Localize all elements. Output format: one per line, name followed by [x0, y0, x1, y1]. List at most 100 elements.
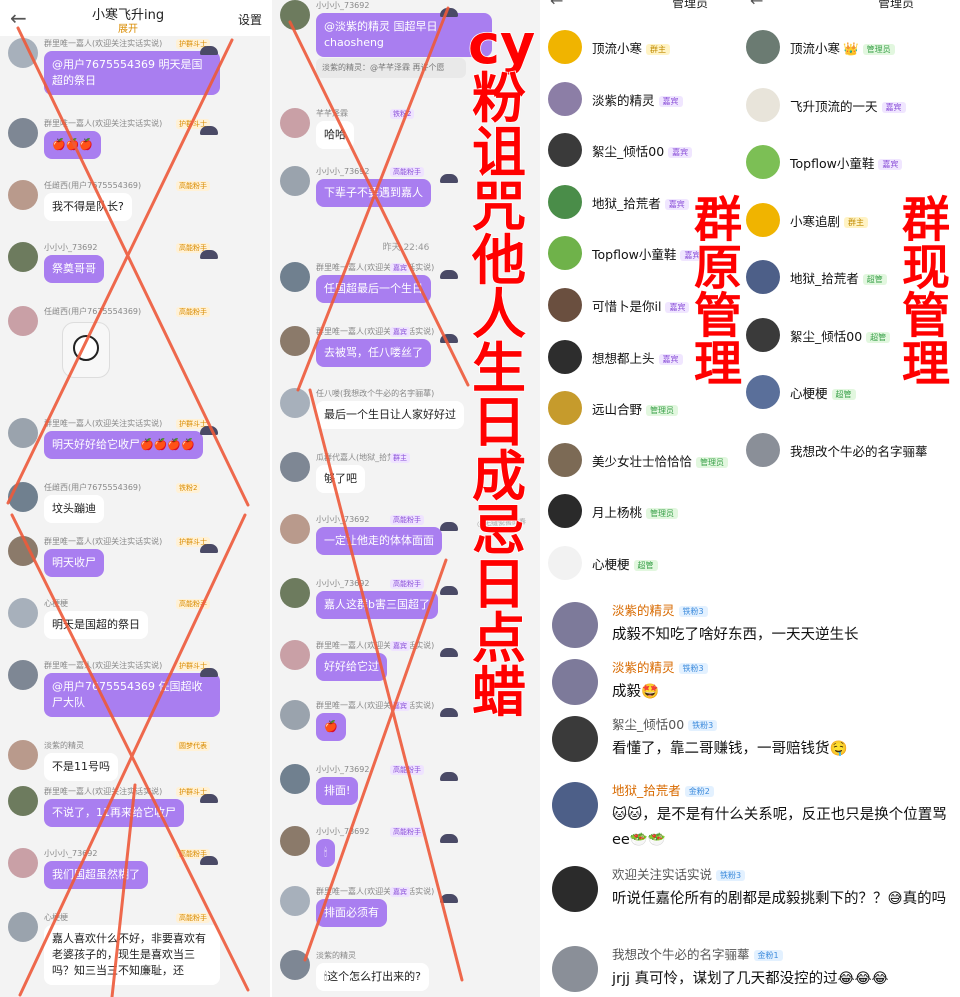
- avatar[interactable]: [8, 118, 38, 148]
- admin-row[interactable]: 我想改个牛必的名字骊蕐: [738, 429, 938, 473]
- message-bubble[interactable]: 嘉人这群b害三国超了: [316, 591, 438, 619]
- avatar[interactable]: [548, 30, 582, 64]
- message-bubble[interactable]: @用户7675554369 明天是国超的祭日: [44, 51, 220, 95]
- avatar[interactable]: [8, 536, 38, 566]
- admin-row[interactable]: 远山合野 管理员: [540, 387, 740, 431]
- message-bubble[interactable]: @淡紫的精灵 国超早日chaosheng: [316, 13, 492, 57]
- message-bubble[interactable]: 祭奠哥哥: [44, 255, 104, 283]
- message-bubble[interactable]: 一定让他走的体体面面: [316, 527, 442, 555]
- sender-name: 淡紫的精灵: [316, 951, 356, 960]
- avatar[interactable]: [746, 375, 780, 409]
- message-bubble[interactable]: 我不得是队长?: [44, 193, 132, 221]
- message-bubble[interactable]: 下辈子不要遇到嘉人: [316, 179, 431, 207]
- avatar[interactable]: [552, 602, 598, 648]
- message-bubble[interactable]: 🍎🍎🍎: [44, 131, 102, 159]
- avatar[interactable]: [746, 260, 780, 294]
- message-bubble[interactable]: 不说了，11再来给它收尸: [44, 799, 184, 827]
- avatar[interactable]: [8, 418, 38, 448]
- admin-row[interactable]: 月上杨桃 管理员: [540, 490, 740, 534]
- avatar[interactable]: [280, 578, 310, 608]
- avatar[interactable]: [8, 848, 38, 878]
- avatar[interactable]: [552, 866, 598, 912]
- admin-row[interactable]: 飞升顶流的一天 嘉宾: [738, 84, 938, 128]
- avatar[interactable]: [280, 886, 310, 916]
- avatar[interactable]: [548, 442, 582, 477]
- message-bubble[interactable]: 不是11号吗: [44, 753, 118, 781]
- message-bubble[interactable]: 坟头蹦迪: [44, 495, 104, 523]
- avatar[interactable]: [280, 764, 310, 794]
- message-bubble[interactable]: @用户7675554369 任国超收尸大队: [44, 673, 220, 717]
- avatar[interactable]: [552, 716, 598, 762]
- admin-row[interactable]: 顶流小寒 群主: [540, 26, 740, 70]
- message-bubble[interactable]: 排面!: [316, 777, 359, 805]
- message-bubble[interactable]: 明天收尸: [44, 549, 104, 577]
- avatar[interactable]: [280, 826, 310, 856]
- avatar[interactable]: [548, 546, 582, 580]
- avatar[interactable]: [8, 242, 38, 272]
- avatar[interactable]: [280, 262, 310, 292]
- message-bubble[interactable]: 🕯这个怎么打出来的?: [316, 963, 429, 991]
- avatar[interactable]: [552, 782, 598, 828]
- avatar[interactable]: [746, 145, 780, 179]
- avatar[interactable]: [280, 514, 310, 544]
- avatar[interactable]: [8, 912, 38, 942]
- sender-name: 群里唯一嘉人(欢迎关注实话实说): [316, 701, 435, 710]
- avatar[interactable]: [548, 391, 582, 426]
- avatar[interactable]: [552, 659, 598, 705]
- message-bubble[interactable]: 最后一个生日让人家好好过: [316, 401, 464, 429]
- avatar[interactable]: [8, 482, 38, 512]
- message-bubble[interactable]: 排面必须有: [316, 899, 387, 927]
- back-arrow-icon[interactable]: ←: [750, 0, 763, 10]
- avatar[interactable]: [8, 598, 38, 628]
- avatar[interactable]: [548, 494, 582, 529]
- message-bubble[interactable]: 任国超最后一个生日: [316, 275, 431, 303]
- admin-row[interactable]: Topflow小童鞋 嘉宾: [738, 141, 938, 185]
- admin-row[interactable]: 絮尘_倾恬00 嘉宾: [540, 129, 740, 173]
- avatar[interactable]: [280, 0, 310, 30]
- message-bubble[interactable]: 去被骂，任八喽丝了: [316, 339, 431, 367]
- avatar[interactable]: [280, 388, 310, 418]
- avatar[interactable]: [746, 87, 780, 122]
- admin-row[interactable]: 心梗梗 超管: [540, 542, 740, 586]
- avatar[interactable]: [8, 786, 38, 816]
- expand-toggle[interactable]: 展开: [118, 20, 138, 35]
- admin-row[interactable]: 淡紫的精灵 嘉宾: [540, 78, 740, 122]
- back-arrow-icon[interactable]: ←: [550, 0, 563, 10]
- avatar[interactable]: [280, 452, 310, 482]
- avatar[interactable]: [280, 326, 310, 356]
- settings-button[interactable]: 设置: [238, 11, 262, 28]
- avatar[interactable]: [548, 339, 582, 374]
- message-bubble[interactable]: 嘉人喜欢什么不好，非要喜欢有老婆孩子的，现生是喜欢当三吗？知三当三不知廉耻，还: [44, 925, 220, 985]
- message-bubble[interactable]: 好好给它过: [316, 653, 387, 681]
- avatar[interactable]: [8, 38, 38, 68]
- avatar[interactable]: [746, 432, 780, 467]
- avatar[interactable]: [548, 81, 582, 116]
- avatar[interactable]: [552, 946, 598, 992]
- avatar[interactable]: [548, 184, 582, 219]
- avatar[interactable]: [280, 950, 310, 980]
- message-bubble[interactable]: 我们国超虽然糊了: [44, 861, 148, 889]
- avatar[interactable]: [548, 236, 582, 271]
- avatar[interactable]: [280, 700, 310, 730]
- admin-row[interactable]: 顶流小寒 👑 管理员: [738, 26, 938, 70]
- message-bubble[interactable]: 够了吧: [316, 465, 365, 493]
- avatar[interactable]: [548, 133, 582, 168]
- avatar[interactable]: [548, 288, 582, 322]
- avatar[interactable]: [280, 166, 310, 196]
- avatar[interactable]: [280, 108, 310, 138]
- avatar[interactable]: [280, 640, 310, 670]
- avatar[interactable]: [746, 30, 780, 64]
- message-bubble[interactable]: 哈哈: [316, 121, 354, 149]
- message-bubble[interactable]: 明天好好给它收尸🍎🍎🍎🍎: [44, 431, 203, 459]
- avatar[interactable]: [746, 317, 780, 352]
- avatar[interactable]: [8, 660, 38, 690]
- message-bubble[interactable]: 🍎: [316, 713, 346, 741]
- avatar[interactable]: [8, 180, 38, 210]
- message-bubble[interactable]: 🕯: [316, 839, 336, 867]
- avatar[interactable]: [8, 306, 38, 336]
- avatar[interactable]: [746, 202, 780, 237]
- back-arrow-icon[interactable]: ←: [10, 6, 27, 30]
- avatar[interactable]: [8, 740, 38, 770]
- message-bubble[interactable]: 明天是国超的祭日: [44, 611, 148, 639]
- admin-row[interactable]: 美少女壮士恰恰恰 管理员: [540, 439, 740, 483]
